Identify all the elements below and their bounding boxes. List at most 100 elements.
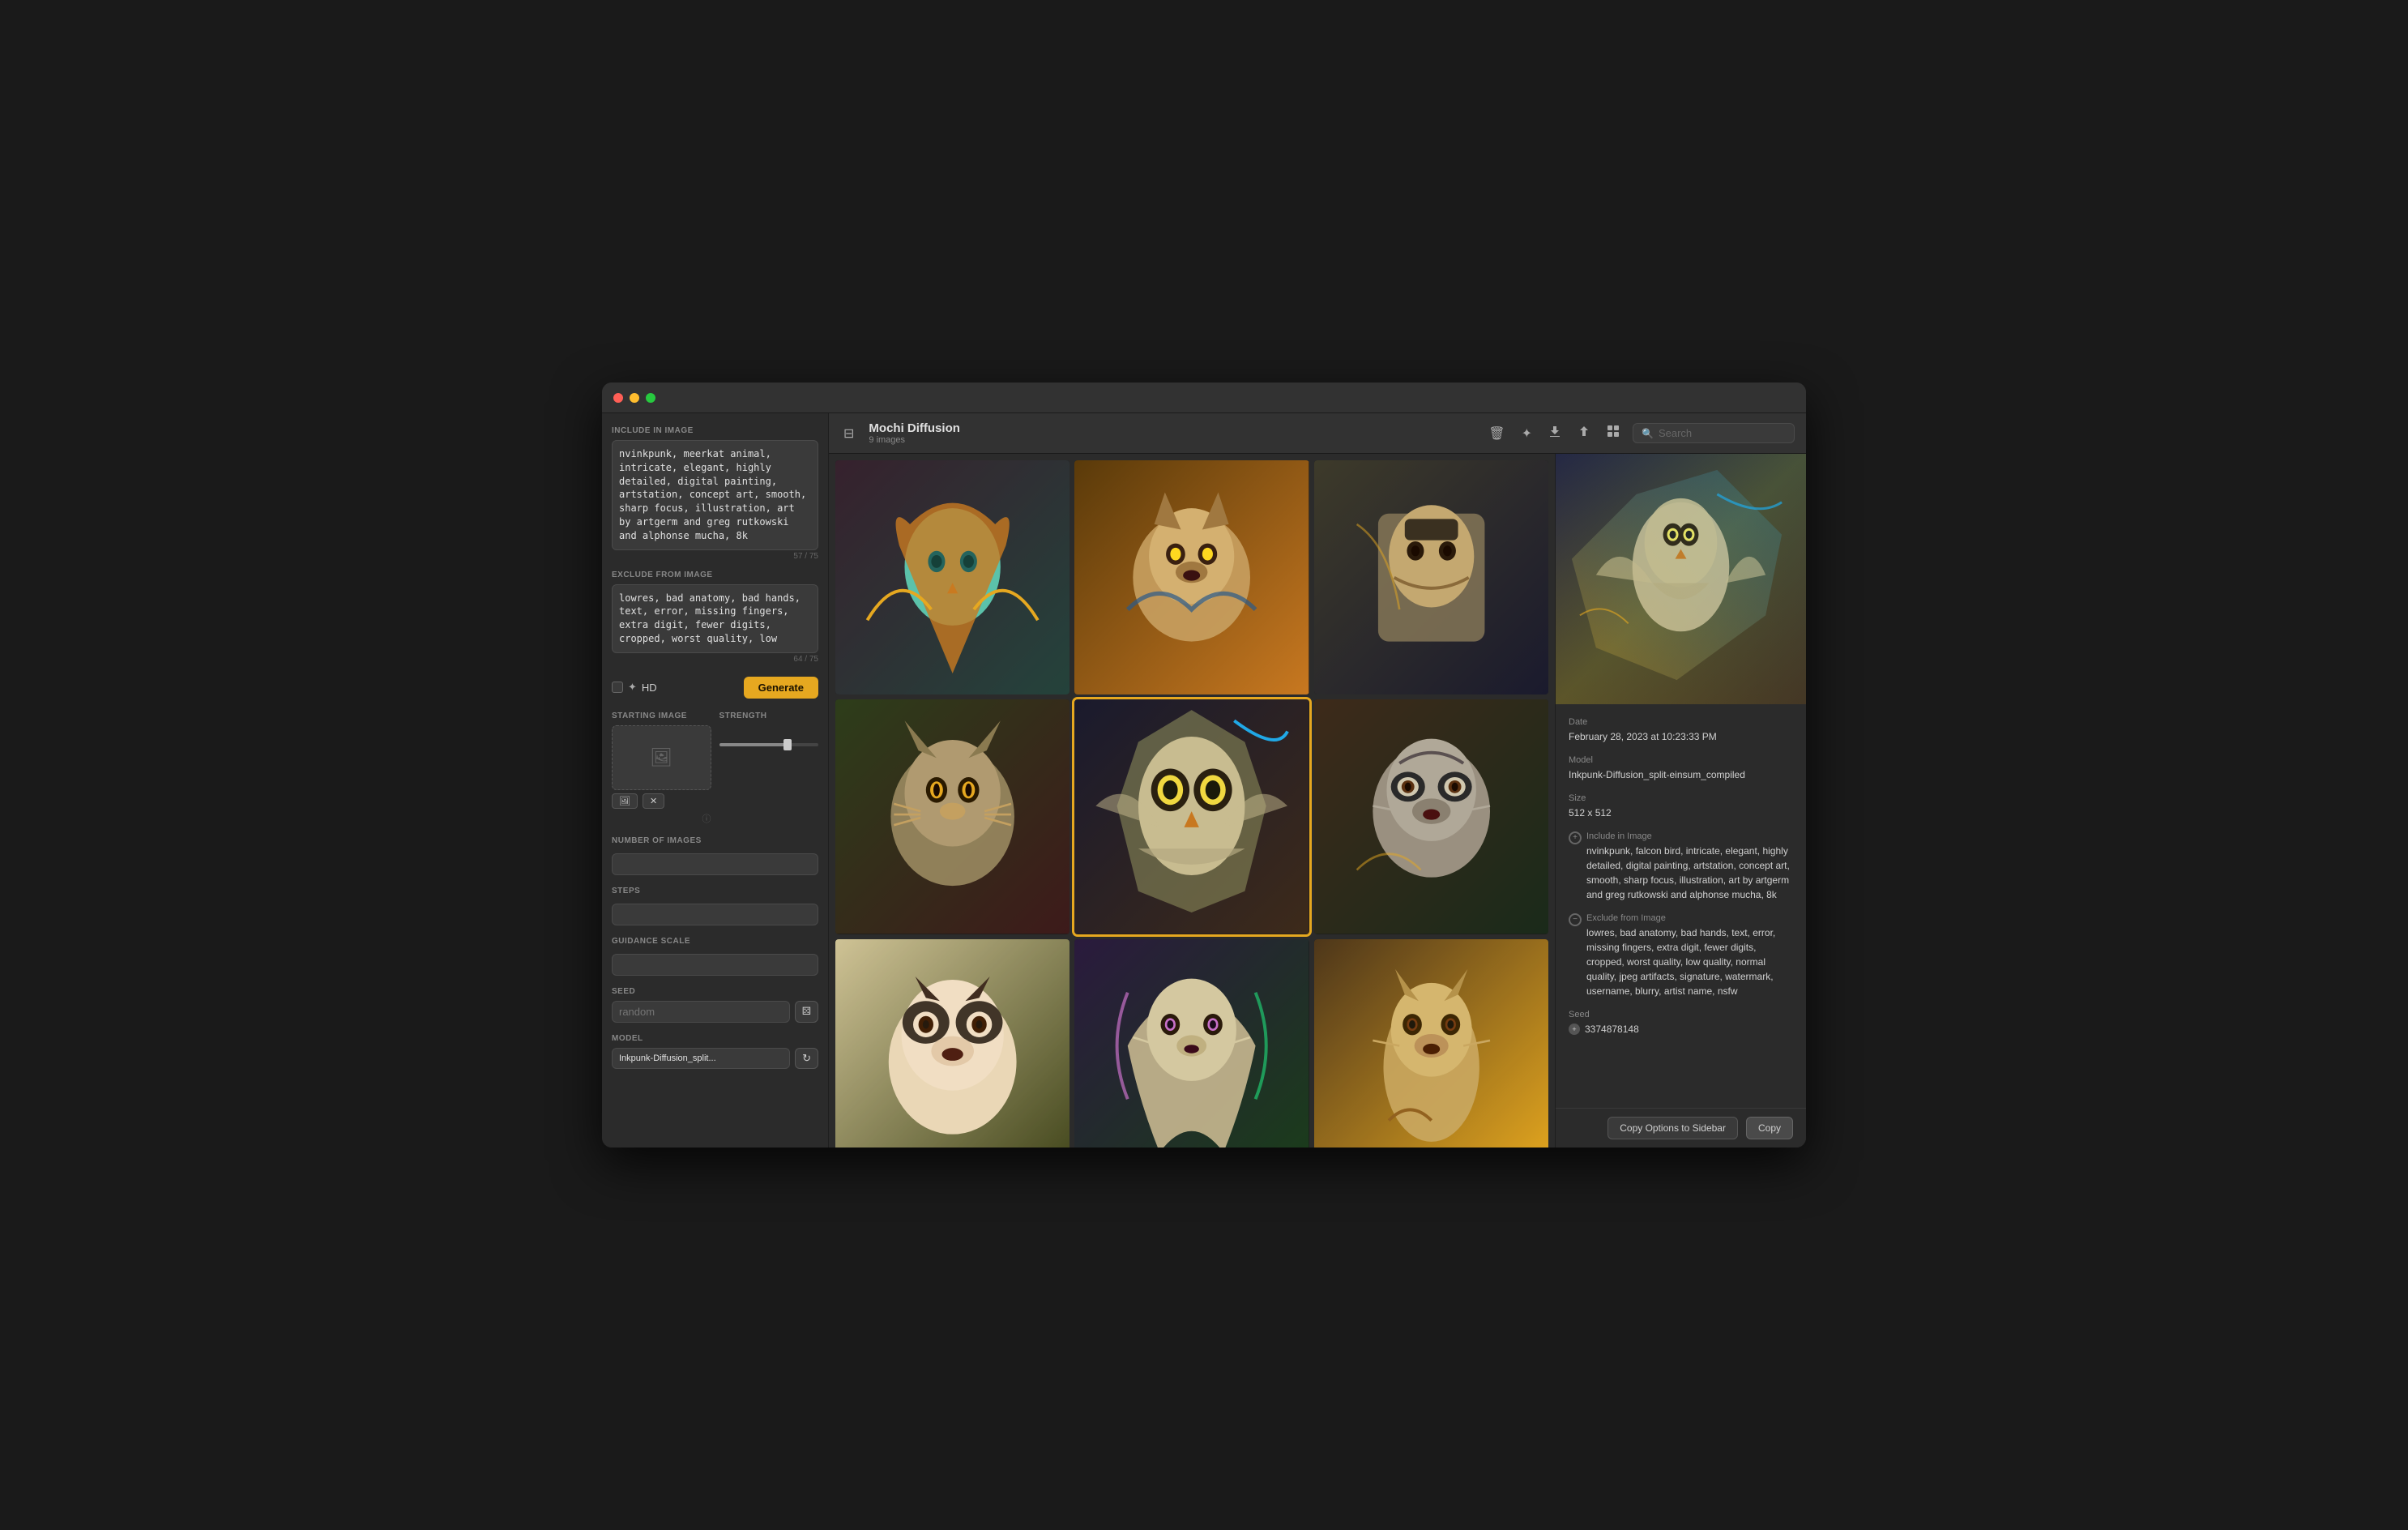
detail-include-value: nvinkpunk, falcon bird, intricate, elega… [1586,844,1793,902]
image-grid [835,460,1548,1148]
num-images-input[interactable]: 9 [612,853,818,875]
image-grid-container [829,454,1555,1148]
view-toggle-button[interactable] [1603,421,1623,445]
delete-button[interactable]: 🗑 [1485,422,1508,445]
image-cell-4[interactable] [835,699,1070,934]
detail-image [1556,454,1806,704]
num-images-label: NUMBER OF IMAGES [612,836,818,845]
exclude-prompt[interactable]: lowres, bad anatomy, bad hands, text, er… [612,584,818,653]
strength-slider-container [719,743,819,746]
hd-checkbox[interactable] [612,682,623,693]
image-clear-button[interactable]: ✕ [643,793,664,809]
copy-options-button[interactable]: Copy Options to Sidebar [1607,1117,1738,1139]
search-input[interactable] [1659,427,1786,439]
image-cell-8[interactable] [1074,939,1309,1148]
hd-label: HD [642,682,657,694]
content-header: ⊟ Mochi Diffusion 9 images 🗑 ✦ [829,413,1806,454]
detail-model-value: Inkpunk-Diffusion_split-einsum_compiled [1569,767,1793,782]
app-window: INCLUDE IN IMAGE nvinkpunk, meerkat anim… [602,382,1806,1148]
sidebar: INCLUDE IN IMAGE nvinkpunk, meerkat anim… [602,413,829,1148]
traffic-lights [613,393,655,403]
seed-row: ⚄ [612,1001,818,1023]
detail-seed-row: + 3374878148 [1569,1022,1793,1036]
close-button[interactable] [613,393,623,403]
detail-size-value: 512 x 512 [1569,806,1793,820]
detail-model-field: Model Inkpunk-Diffusion_split-einsum_com… [1569,755,1793,782]
refresh-button[interactable]: ↻ [795,1048,818,1069]
strength-slider[interactable] [719,743,819,746]
detail-exclude-content: Exclude from Image lowres, bad anatomy, … [1586,913,1793,998]
detail-include-label: Include in Image [1586,831,1793,841]
image-import-button[interactable]: 🖼 [612,793,638,809]
detail-exclude-row: − Exclude from Image lowres, bad anatomy… [1569,913,1793,998]
detail-exclude-value: lowres, bad anatomy, bad hands, text, er… [1586,925,1793,998]
collection-info: Mochi Diffusion 9 images [869,421,960,445]
detail-date-label: Date [1569,717,1793,727]
generate-button[interactable]: Generate [744,677,818,699]
detail-info: Date February 28, 2023 at 10:23:33 PM Mo… [1556,704,1806,1108]
detail-size-label: Size [1569,793,1793,803]
sidebar-toggle-icon: ⊟ [843,427,854,441]
hd-row: ✦ HD Generate [612,677,818,699]
seed-input[interactable] [612,1001,790,1023]
detail-include-row: + Include in Image nvinkpunk, falcon bir… [1569,831,1793,902]
detail-model-label: Model [1569,755,1793,765]
detail-panel: Date February 28, 2023 at 10:23:33 PM Mo… [1555,454,1806,1148]
download-button[interactable] [1545,421,1565,445]
model-group: MODEL Inkpunk-Diffusion_split... ↻ [612,1031,818,1069]
model-select[interactable]: Inkpunk-Diffusion_split... [612,1048,790,1069]
include-circle-icon: + [1569,831,1582,844]
image-drop-area[interactable]: 🖼 [612,725,711,790]
image-cell-7[interactable] [835,939,1070,1148]
sparkle-button[interactable]: ✦ [1518,422,1535,445]
collection-count: 9 images [869,435,960,445]
hd-icon: ✦ [628,681,637,694]
detail-date-field: Date February 28, 2023 at 10:23:33 PM [1569,717,1793,744]
guidance-group: GUIDANCE SCALE 9.0 [612,934,818,976]
share-button[interactable] [1574,421,1594,445]
detail-size-field: Size 512 x 512 [1569,793,1793,820]
include-label: INCLUDE IN IMAGE [612,426,818,435]
seed-label: SEED [612,987,818,996]
image-cell-6[interactable] [1314,699,1548,934]
sidebar-toggle-button[interactable]: ⊟ [840,422,857,445]
guidance-input[interactable]: 9.0 [612,954,818,976]
detail-include-field: + Include in Image nvinkpunk, falcon bir… [1569,831,1793,902]
search-box: 🔍 [1633,423,1795,443]
image-cell-2[interactable] [1074,460,1309,694]
exclude-label: EXCLUDE FROM IMAGE [612,571,818,579]
image-drop-icons: 🖼 ✕ [612,793,711,809]
steps-label: STEPS [612,887,818,895]
starting-image-section: STARTING IMAGE 🖼 🖼 ✕ ⓘ [612,708,711,825]
image-cell-1[interactable] [835,460,1070,694]
collection-title: Mochi Diffusion [869,421,960,435]
image-cell-3[interactable] [1314,460,1548,694]
fullscreen-button[interactable] [646,393,655,403]
hd-left: ✦ HD [612,681,657,694]
seed-group: SEED ⚄ [612,984,818,1023]
detail-seed-field: Seed + 3374878148 [1569,1010,1793,1036]
detail-actions: Copy Options to Sidebar Copy [1556,1108,1806,1148]
strength-thumb [783,739,792,750]
image-cell-9[interactable] [1314,939,1548,1148]
dice-button[interactable]: ⚄ [795,1001,818,1023]
image-cell-5[interactable] [1074,699,1309,934]
minimize-button[interactable] [630,393,639,403]
main-content: ⊟ Mochi Diffusion 9 images 🗑 ✦ [829,413,1806,1148]
guidance-label: GUIDANCE SCALE [612,937,818,946]
images-and-detail: Date February 28, 2023 at 10:23:33 PM Mo… [829,454,1806,1148]
exclude-circle-icon: − [1569,913,1582,926]
header-actions: 🗑 ✦ 🔍 [1485,421,1795,445]
starting-image-label: STARTING IMAGE [612,712,711,720]
steps-group: STEPS 12 [612,883,818,925]
include-prompt[interactable]: nvinkpunk, meerkat animal, intricate, el… [612,440,818,550]
steps-input[interactable]: 12 [612,904,818,925]
copy-button[interactable]: Copy [1746,1117,1793,1139]
detail-seed-value: 3374878148 [1585,1022,1639,1036]
starting-image-row: STARTING IMAGE 🖼 🖼 ✕ ⓘ STRENGTH [612,708,818,825]
image-placeholder-icon: 🖼 [650,747,672,768]
model-label: MODEL [612,1034,818,1043]
seed-copy-icon[interactable]: + [1569,1024,1580,1035]
detail-include-content: Include in Image nvinkpunk, falcon bird,… [1586,831,1793,902]
include-char-count: 57 / 75 [612,552,818,561]
